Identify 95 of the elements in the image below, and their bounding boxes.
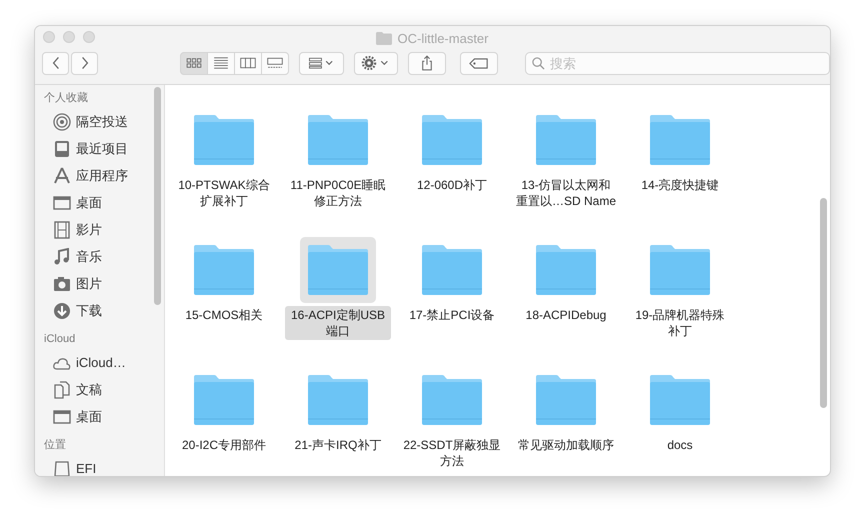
- sidebar-heading: 位置: [43, 438, 67, 453]
- drive-icon: [53, 460, 71, 476]
- folder-name: 16-ACPI定制USB端口: [285, 306, 391, 340]
- music-note-icon: [53, 248, 71, 266]
- folder-icon: [648, 114, 712, 166]
- scrollbar[interactable]: [154, 87, 161, 305]
- display-icon: [53, 194, 71, 212]
- folder-name: 10-PTSWAK综合扩展补丁: [177, 177, 271, 210]
- folder-item[interactable]: 20-I2C专用部件: [169, 367, 279, 476]
- action-button[interactable]: [354, 52, 398, 74]
- folder-icon: [192, 244, 256, 296]
- folder-name: 20-I2C专用部件: [180, 437, 268, 454]
- chevron-right-icon: [80, 56, 88, 70]
- folder-icon: [306, 244, 370, 296]
- sidebar-heading: iCloud: [43, 332, 76, 347]
- tag-icon: [469, 58, 490, 68]
- radio-waves-icon: [53, 112, 71, 130]
- folder-icon: [420, 374, 484, 426]
- folder-icon: [420, 114, 484, 166]
- folder-name: 21-声卡IRQ补丁: [294, 437, 382, 454]
- view-mode-button[interactable]: [207, 52, 235, 74]
- folder-icon: [534, 244, 598, 296]
- sidebar-item[interactable]: EFI: [35, 455, 164, 476]
- list-icon: [212, 57, 230, 69]
- folder-item[interactable]: docs: [625, 367, 735, 476]
- folder-name: 13-仿冒以太网和重置以…SD Name: [515, 177, 618, 210]
- folder-icon: [306, 374, 370, 426]
- folder-item[interactable]: 10-PTSWAK综合扩展补丁: [169, 107, 279, 237]
- sidebar-item[interactable]: 桌面: [35, 189, 164, 216]
- folder-item[interactable]: 15-CMOS相关: [169, 237, 279, 367]
- search-field[interactable]: 搜索: [525, 52, 830, 74]
- folder-name: 17-禁止PCI设备: [408, 307, 496, 324]
- folder-item[interactable]: 13-仿冒以太网和重置以…SD Name: [511, 107, 621, 237]
- columns-icon: [239, 57, 257, 69]
- folder-item[interactable]: 常见驱动加载顺序: [511, 367, 621, 476]
- folder-icon: [648, 374, 712, 426]
- search-icon: [532, 56, 545, 70]
- tag-button[interactable]: [460, 52, 498, 74]
- folder-item[interactable]: 18-ACPIDebug: [511, 237, 621, 367]
- sidebar-item[interactable]: 音乐: [35, 243, 164, 270]
- folder-item[interactable]: 16-ACPI定制USB端口: [283, 237, 393, 367]
- film-icon: [53, 220, 71, 238]
- document-icon: [53, 380, 71, 398]
- tray-icon: [53, 140, 71, 158]
- folder-item[interactable]: 19-品牌机器特殊补丁: [625, 237, 735, 367]
- scrollbar[interactable]: [820, 198, 827, 408]
- folder-icon: [534, 374, 598, 426]
- folder-icon: [192, 114, 256, 166]
- display-icon: [53, 408, 71, 426]
- folder-name: 15-CMOS相关: [184, 307, 264, 324]
- window-title: OC-little-master: [397, 30, 488, 46]
- folder-name: docs: [666, 437, 694, 454]
- back-button[interactable]: [42, 52, 69, 74]
- folder-item[interactable]: 21-声卡IRQ补丁: [283, 367, 393, 476]
- folder-icon: [534, 114, 598, 166]
- sidebar-item[interactable]: 影片: [35, 216, 164, 243]
- sidebar-item[interactable]: iCloud…: [35, 349, 164, 376]
- sidebar-heading: 个人收藏: [43, 90, 89, 106]
- folder-icon: [420, 244, 484, 296]
- folder-icon: [648, 244, 712, 296]
- folder-item[interactable]: 17-禁止PCI设备: [397, 237, 507, 367]
- folder-icon: [376, 32, 392, 44]
- sidebar-item[interactable]: 最近项目: [35, 135, 164, 162]
- folder-name: 常见驱动加载顺序: [517, 437, 615, 454]
- share-icon: [421, 55, 434, 71]
- folder-name: 12-060D补丁: [416, 177, 488, 194]
- folder-name: 18-ACPIDebug: [524, 307, 608, 324]
- view-mode-button[interactable]: [261, 52, 289, 74]
- folder-name: 11-PNP0C0E睡眠修正方法: [289, 177, 387, 210]
- folder-name: 14-亮度快捷键: [640, 177, 720, 194]
- group-button[interactable]: [299, 52, 344, 74]
- gallery-icon: [266, 57, 284, 69]
- folder-item[interactable]: 12-060D补丁: [397, 107, 507, 237]
- download-icon: [53, 302, 71, 320]
- folder-name: 22-SSDT屏蔽独显方法: [402, 437, 502, 470]
- sidebar-item[interactable]: 隔空投送: [35, 108, 164, 135]
- camera-icon: [53, 274, 71, 292]
- forward-button[interactable]: [71, 52, 98, 74]
- sidebar-item[interactable]: 桌面: [35, 403, 164, 430]
- folder-icon: [192, 374, 256, 426]
- sidebar-item[interactable]: 图片: [35, 270, 164, 297]
- folder-item[interactable]: 22-SSDT屏蔽独显方法: [397, 367, 507, 476]
- view-mode-button[interactable]: [180, 52, 208, 74]
- sidebar-item[interactable]: 文稿: [35, 376, 164, 403]
- chevron-left-icon: [52, 56, 60, 70]
- folder-name: 19-品牌机器特殊补丁: [634, 307, 726, 340]
- sidebar-item[interactable]: 应用程序: [35, 162, 164, 189]
- grid-icon: [185, 57, 203, 69]
- a-shape-icon: [53, 166, 71, 184]
- folder-icon: [306, 114, 370, 166]
- folder-item[interactable]: 14-亮度快捷键: [625, 107, 735, 237]
- share-button[interactable]: [408, 52, 446, 74]
- view-mode-button[interactable]: [234, 52, 262, 74]
- folder-item[interactable]: 11-PNP0C0E睡眠修正方法: [283, 107, 393, 237]
- sidebar-item[interactable]: 下载: [35, 297, 164, 324]
